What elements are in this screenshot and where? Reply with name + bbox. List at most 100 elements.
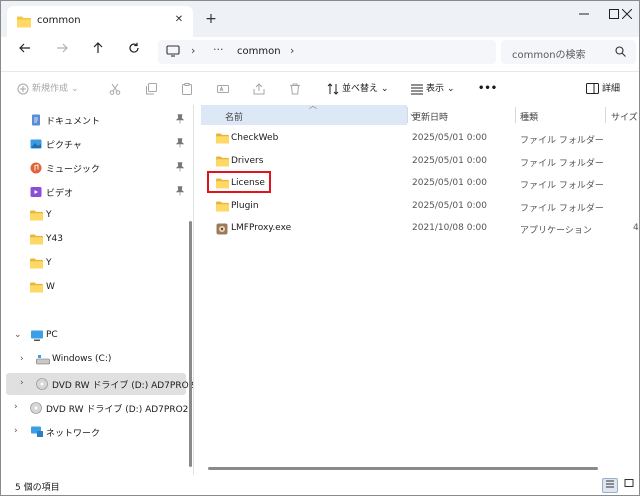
nav-item-quick[interactable]: ピクチャ <box>6 133 186 155</box>
chevron-right-icon[interactable]: › <box>191 44 195 57</box>
copy-icon <box>146 82 157 94</box>
share-icon <box>253 82 265 94</box>
chevron-right-icon[interactable]: › <box>20 354 24 364</box>
item-count: 5 個の項目 <box>15 483 60 493</box>
nav-item-dvd-sub[interactable]: › DVD RW ドライブ (D:) AD7PRO2 <box>6 373 194 395</box>
details-view-button[interactable] <box>602 478 618 493</box>
delete-button[interactable] <box>289 80 301 98</box>
column-separator[interactable] <box>605 107 606 123</box>
pane-divider[interactable] <box>193 105 194 475</box>
folder-icon <box>216 155 229 170</box>
close-tab-icon[interactable]: ✕ <box>171 12 187 28</box>
forward-button[interactable] <box>51 42 73 62</box>
column-header-row: ︿ 名前 ⌄ 更新日時 種類 サイズ <box>201 101 639 125</box>
file-type: ファイル フォルダー <box>520 181 604 191</box>
chevron-right-icon[interactable]: › <box>14 426 18 436</box>
maximize-icon[interactable] <box>566 1 619 27</box>
folder-icon <box>216 200 229 215</box>
column-size-header[interactable]: サイズ <box>611 110 638 123</box>
pc-icon <box>30 330 44 345</box>
more-options-button[interactable]: ••• <box>478 80 497 98</box>
file-date: 2025/05/01 0:00 <box>412 178 487 188</box>
breadcrumb-more[interactable]: ··· <box>213 43 224 56</box>
chevron-right-icon[interactable]: › <box>290 44 294 57</box>
address-bar[interactable]: › ··· common › <box>158 40 496 64</box>
chevron-down-icon[interactable]: ⌄ <box>14 330 22 340</box>
details-pane-button[interactable]: 詳細 <box>586 80 620 98</box>
nav-label: Y <box>46 210 52 220</box>
nav-item-windows-c[interactable]: › Windows (C:) <box>6 349 186 371</box>
clipboard-icon <box>182 82 192 95</box>
nav-label: ネットワーク <box>46 429 101 439</box>
tiles-view-button[interactable] <box>621 478 637 493</box>
pictures-icon <box>30 138 42 153</box>
file-name: Plugin <box>231 200 259 211</box>
column-separator[interactable] <box>515 107 516 123</box>
tab-common[interactable]: common ✕ <box>7 6 193 37</box>
sort-ascending-icon: ︿ <box>309 101 317 110</box>
chevron-right-icon[interactable]: › <box>14 402 18 412</box>
column-date-header[interactable]: 更新日時 <box>412 110 448 123</box>
new-button[interactable]: 新規作成 ⌄ <box>17 80 79 98</box>
share-button[interactable] <box>253 80 265 98</box>
file-date: 2025/05/01 0:00 <box>412 133 487 143</box>
rename-icon <box>217 84 229 93</box>
nav-item-quick[interactable]: Y <box>6 205 186 227</box>
file-type: ファイル フォルダー <box>520 203 604 214</box>
new-label: 新規作成 <box>32 84 69 94</box>
pin-icon[interactable] <box>175 114 185 127</box>
file-row[interactable]: CheckWeb 2025/05/01 0:00 ファイル フォルダー <box>201 128 639 150</box>
file-explorer-window: common ✕ + › ··· common › commonの検索 新規作成… <box>0 0 640 496</box>
file-name: CheckWeb <box>231 133 279 143</box>
file-row[interactable]: Plugin 2025/05/01 0:00 ファイル フォルダー <box>201 196 639 218</box>
horizontal-scrollbar[interactable] <box>208 467 598 470</box>
file-row[interactable]: LMFProxy.exe 2021/10/08 0:00 アプリケーション 4 <box>201 218 639 240</box>
nav-label: DVD RW ドライブ (D:) AD7PRO2 <box>52 381 195 391</box>
cut-button[interactable] <box>109 80 121 98</box>
sort-label: 並べ替え <box>342 84 379 94</box>
nav-label: Windows (C:) <box>52 354 112 364</box>
nav-item-quick[interactable]: ドキュメント <box>6 109 186 131</box>
close-window-icon[interactable] <box>605 1 639 27</box>
file-row[interactable]: Drivers 2025/05/01 0:00 ファイル フォルダー <box>201 151 639 173</box>
search-placeholder: commonの検索 <box>512 50 586 61</box>
chevron-down-icon: ⌄ <box>381 84 389 94</box>
chevron-down-icon: ⌄ <box>71 84 79 94</box>
address-row: › ··· common › commonの検索 <box>1 37 639 67</box>
nav-item-quick[interactable]: ビデオ <box>6 181 186 203</box>
chevron-right-icon[interactable]: › <box>20 378 24 388</box>
pin-icon[interactable] <box>175 162 185 175</box>
refresh-button[interactable] <box>123 42 145 62</box>
pin-icon[interactable] <box>175 138 185 151</box>
drive-icon <box>36 354 50 369</box>
back-button[interactable] <box>14 42 36 62</box>
copy-button[interactable] <box>145 80 157 98</box>
column-type-header[interactable]: 種類 <box>520 110 538 123</box>
file-date: 2025/05/01 0:00 <box>412 155 487 166</box>
nav-item-network[interactable]: › ネットワーク <box>6 421 186 443</box>
sort-button[interactable]: 並べ替え ⌄ <box>327 80 389 98</box>
nav-item-pc[interactable]: ⌄ PC <box>6 325 186 347</box>
nav-item-quick[interactable]: ミュージック <box>6 157 186 179</box>
view-button[interactable]: 表示 ⌄ <box>411 80 455 98</box>
license-highlight-box <box>207 171 271 193</box>
nav-item-dvd-top[interactable]: › DVD RW ドライブ (D:) AD7PRO2 <box>6 397 188 419</box>
pin-icon[interactable] <box>175 186 185 199</box>
paste-button[interactable] <box>181 80 193 98</box>
rename-button[interactable] <box>217 80 229 98</box>
nav-scrollbar[interactable] <box>189 221 192 467</box>
file-type: アプリケーション <box>520 226 592 236</box>
nav-item-quick[interactable]: Y <box>6 253 186 275</box>
nav-item-quick[interactable]: W <box>6 277 186 299</box>
up-button[interactable] <box>87 42 109 62</box>
nav-item-quick[interactable]: Y43 <box>6 229 186 251</box>
column-separator[interactable] <box>407 107 408 123</box>
breadcrumb-common[interactable]: common <box>237 46 281 57</box>
title-bar: common ✕ + <box>1 1 639 37</box>
file-date: 2025/05/01 0:00 <box>412 200 487 211</box>
view-label: 表示 <box>426 84 445 94</box>
column-name-header[interactable]: ︿ 名前 <box>201 101 407 125</box>
search-box[interactable]: commonの検索 <box>501 40 636 64</box>
folder-icon <box>30 210 43 224</box>
new-tab-icon[interactable]: + <box>202 11 220 29</box>
